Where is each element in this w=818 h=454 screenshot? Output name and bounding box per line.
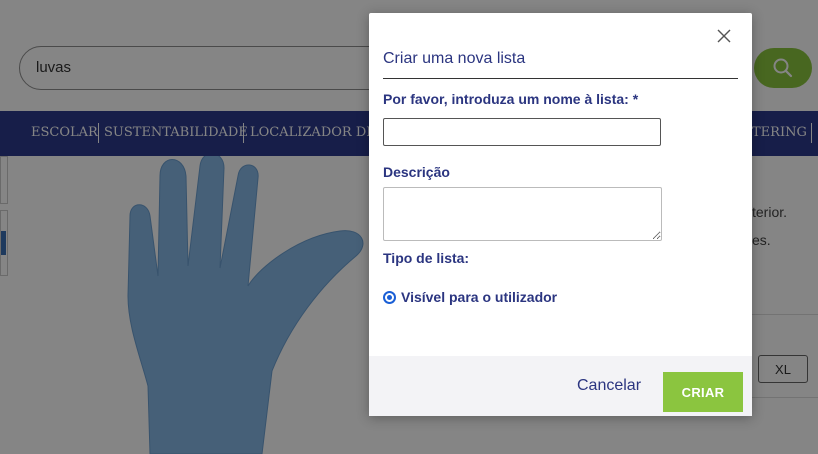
- cancel-button[interactable]: Cancelar: [577, 377, 641, 395]
- create-list-modal: Criar uma nova lista Por favor, introduz…: [369, 13, 752, 416]
- create-button[interactable]: CRIAR: [663, 372, 743, 412]
- list-type-label: Tipo de lista:: [383, 250, 470, 266]
- description-label: Descrição: [383, 164, 450, 180]
- title-divider: [383, 78, 738, 79]
- modal-footer: Cancelar CRIAR: [369, 356, 752, 416]
- description-textarea[interactable]: [383, 187, 662, 241]
- close-icon: [717, 29, 731, 43]
- list-name-label: Por favor, introduza um nome à lista: *: [383, 91, 639, 107]
- modal-title: Criar uma nova lista: [383, 50, 526, 67]
- list-name-input[interactable]: [383, 118, 661, 146]
- radio-selected-icon[interactable]: [383, 290, 396, 304]
- visibility-radio-option[interactable]: Visível para o utilizador: [383, 289, 557, 305]
- close-button[interactable]: [714, 26, 734, 46]
- visibility-option-label: Visível para o utilizador: [401, 289, 558, 305]
